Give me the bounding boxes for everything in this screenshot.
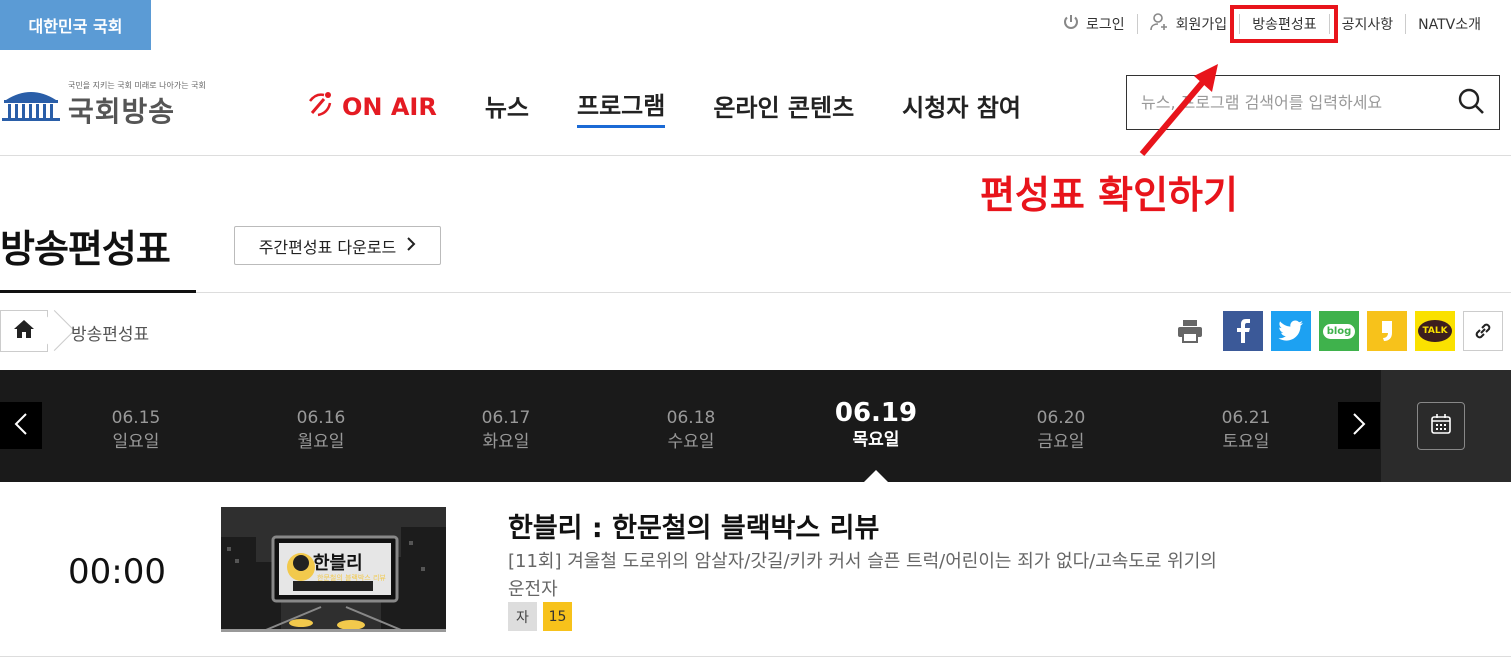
header-divider [0, 155, 1511, 156]
program-description: [11회] 겨울철 도로위의 암살자/갓길/키카 커서 슬픈 트럭/어린이는 죄… [508, 551, 1217, 600]
notice-link[interactable]: 공지사항 [1328, 14, 1406, 34]
onair-label: ON AIR [342, 93, 437, 121]
date-tab-0615[interactable]: 06.15 일요일 [76, 406, 196, 454]
next-week-button[interactable] [1338, 402, 1380, 449]
blog-label: blog [1322, 323, 1356, 339]
signup-link[interactable]: 회원가입 [1136, 13, 1240, 35]
power-icon [1062, 13, 1080, 35]
nav-viewer-participation[interactable]: 시청자 참여 [902, 88, 1021, 127]
story-icon[interactable] [1367, 311, 1407, 351]
add-user-icon [1149, 13, 1170, 35]
annotation-text: 편성표 확인하기 [980, 173, 1238, 217]
weekly-schedule-download-button[interactable]: 주간편성표 다운로드 [234, 226, 441, 265]
nav-program[interactable]: 프로그램 [577, 86, 666, 128]
calendar-icon [1430, 413, 1452, 439]
date-value: 06.21 [1221, 408, 1271, 428]
satellite-icon [306, 89, 336, 125]
utility-nav: 로그인 회원가입 방송편성표 공지사항 NATV소개 [1050, 5, 1493, 43]
logo-name: 국회방송 [68, 95, 176, 128]
date-tab-0616[interactable]: 06.16 월요일 [261, 406, 381, 454]
link-icon[interactable] [1463, 311, 1503, 351]
calendar-button[interactable] [1417, 402, 1465, 450]
weekday-value: 금요일 [1037, 432, 1085, 452]
search-icon[interactable] [1457, 87, 1485, 119]
schedule-label: 방송편성표 [1252, 17, 1317, 33]
prev-week-button[interactable] [0, 402, 42, 449]
blog-icon[interactable]: blog [1319, 311, 1359, 351]
assembly-building-icon [2, 92, 60, 121]
facebook-icon[interactable] [1223, 311, 1263, 351]
download-label: 주간편성표 다운로드 [258, 237, 397, 257]
login-link[interactable]: 로그인 [1050, 14, 1137, 34]
date-value: 06.20 [1036, 408, 1086, 428]
national-assembly-link[interactable]: 대한민국 국회 [0, 0, 151, 50]
subtitle-badge: 자 [508, 602, 537, 631]
date-selector: 06.15 일요일 06.16 월요일 06.17 화요일 06.18 수요일 … [0, 370, 1511, 482]
weekday-value: 목요일 [852, 430, 900, 450]
natv-logo[interactable]: 국민을 지키는 국회 미래로 나아가는 국회 국회방송 [0, 80, 220, 128]
date-value: 06.16 [296, 408, 346, 428]
home-icon [13, 319, 35, 343]
print-icon[interactable] [1170, 311, 1210, 351]
talk-label: TALK [1418, 320, 1452, 342]
calendar-panel [1381, 370, 1511, 482]
annotation-arrow-icon [1139, 64, 1218, 156]
nav-news[interactable]: 뉴스 [485, 88, 529, 127]
about-label: NATV소개 [1418, 17, 1481, 33]
program-title[interactable]: 한블리 : 한문철의 블랙박스 리뷰 [508, 506, 879, 545]
breadcrumb-current: 방송편성표 [71, 325, 150, 345]
date-tab-0620[interactable]: 06.20 금요일 [1001, 406, 1121, 454]
schedule-link[interactable]: 방송편성표 [1230, 5, 1338, 43]
selected-date-pointer [864, 470, 888, 482]
date-value: 06.15 [111, 408, 161, 428]
nav-online-content[interactable]: 온라인 콘텐츠 [713, 88, 854, 127]
weekday-value: 월요일 [297, 432, 345, 452]
chevron-left-icon [14, 412, 28, 440]
signup-label: 회원가입 [1175, 17, 1228, 33]
program-badges: 자 15 [508, 602, 572, 631]
notice-label: 공지사항 [1341, 17, 1394, 33]
title-divider [196, 292, 1511, 293]
thumbnail-subtitle: 한문철의 블랙박스 리뷰 [317, 574, 386, 582]
weekday-value: 일요일 [112, 432, 160, 452]
program-divider [0, 656, 1511, 657]
date-value: 06.18 [666, 408, 716, 428]
date-tab-0617[interactable]: 06.17 화요일 [446, 406, 566, 454]
share-toolbar: blog TALK [1170, 311, 1503, 351]
age-rating-badge: 15 [543, 602, 572, 631]
about-link[interactable]: NATV소개 [1405, 14, 1493, 34]
date-value: 06.19 [834, 398, 918, 428]
date-value: 06.17 [481, 408, 531, 428]
date-tab-0621[interactable]: 06.21 토요일 [1186, 406, 1306, 454]
page-title: 방송편성표 [0, 227, 171, 271]
talk-icon[interactable]: TALK [1415, 311, 1455, 351]
weekday-value: 토요일 [1222, 432, 1270, 452]
onair-link[interactable]: ON AIR [306, 89, 437, 125]
main-nav: ON AIR 뉴스 프로그램 온라인 콘텐츠 시청자 참여 [306, 86, 1069, 128]
title-underline [0, 290, 196, 293]
weekday-value: 화요일 [482, 432, 530, 452]
date-tab-0618[interactable]: 06.18 수요일 [631, 406, 751, 454]
program-thumbnail[interactable]: 한블리 한문철의 블랙박스 리뷰 [221, 507, 446, 632]
date-tab-0619-selected[interactable]: 06.19 목요일 [816, 398, 936, 452]
thumbnail-title: 한블리 [313, 553, 363, 574]
chevron-right-icon [406, 236, 416, 255]
twitter-icon[interactable] [1271, 311, 1311, 351]
chevron-right-icon [1352, 412, 1366, 440]
weekday-value: 수요일 [667, 432, 715, 452]
program-time: 00:00 [68, 552, 166, 592]
login-label: 로그인 [1086, 17, 1125, 33]
